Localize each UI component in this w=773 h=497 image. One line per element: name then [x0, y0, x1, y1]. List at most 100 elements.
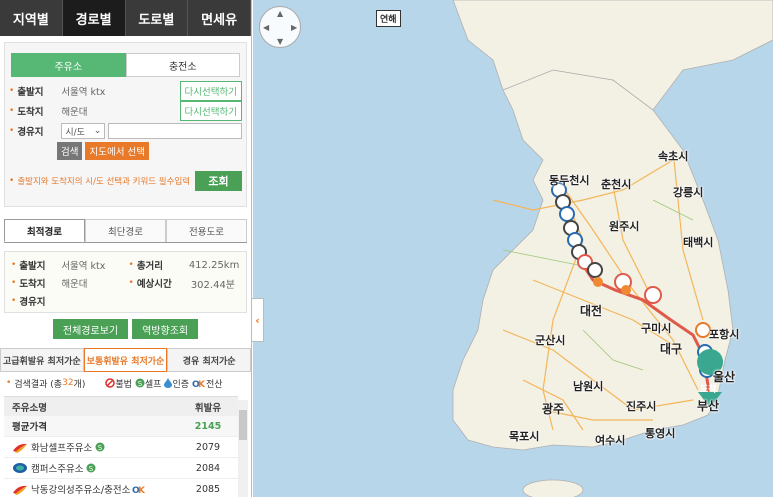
city-label: 속초시 [658, 150, 689, 163]
bullet-icon: • [9, 86, 15, 96]
svg-text:K: K [138, 486, 146, 494]
drop-icon [164, 378, 173, 388]
tab-expressway[interactable]: 전용도로 [166, 219, 247, 242]
bullet-icon: • [11, 278, 17, 288]
station-price: 2084 [195, 462, 221, 474]
tab-optimal-route[interactable]: 최적경로 [4, 219, 85, 242]
svg-text:S: S [138, 380, 143, 388]
map-select-button[interactable]: 지도에서 선택 [85, 142, 149, 160]
tab-region[interactable]: 지역별 [0, 0, 63, 36]
tab-regular-gasoline[interactable]: 보통휘발유 최저가순 [83, 348, 168, 372]
table-row[interactable]: 화남셀프주유소 S 2079 [4, 437, 238, 458]
summary-dest-value: 해운대 [61, 279, 88, 290]
city-label: 동두천시 [549, 174, 590, 187]
svg-text:K: K [198, 380, 206, 388]
region-select[interactable]: 시/도 ⌄ [61, 123, 106, 139]
ok-cashbag-icon: OK [132, 486, 146, 494]
tab-charging-station[interactable]: 충전소 [125, 53, 240, 77]
chevron-down-icon: ⌄ [93, 126, 102, 136]
tab-road[interactable]: 도로별 [125, 0, 189, 36]
summary-row: • 출발지 서울역 ktx • 총거리 412.25km [5, 256, 246, 274]
waypoint-actions: 검색 지도에서 선택 [9, 141, 242, 161]
waypoint-keyword-input[interactable] [108, 123, 242, 139]
legend-self-label: 셀프 [144, 379, 162, 390]
results-prefix: 검색결과 (총 [14, 379, 63, 390]
pan-left-icon[interactable]: ◀ [263, 23, 269, 32]
col-gasoline: 휘발유 [194, 402, 222, 414]
average-row: 평균가격 2145 [4, 416, 238, 437]
destination-label: 도착 [700, 385, 717, 395]
pan-up-icon[interactable]: ▲ [277, 9, 283, 18]
results-suffix: 개) [73, 379, 86, 390]
city-label: 광주 [542, 402, 565, 416]
waypoint-label: 경유지 [17, 127, 44, 138]
station-name-cell: 낙동강의성주유소/충전소 OK [4, 482, 178, 496]
legend-computerized-label: 전산 [206, 379, 223, 390]
tab-route[interactable]: 경로별 [62, 0, 126, 36]
bullet-icon: • [11, 260, 17, 270]
full-route-button[interactable]: 전체경로보기 [52, 319, 129, 339]
city-label: 춘천시 [601, 178, 632, 191]
city-label: 대구 [660, 342, 683, 356]
route-actions: 전체경로보기 역방향조회 [0, 319, 251, 339]
sk-brand-icon [13, 443, 27, 453]
tab-diesel[interactable]: 경유 최저가순 [167, 348, 251, 372]
pan-down-icon[interactable]: ▼ [277, 37, 283, 46]
results-scrollbar[interactable] [238, 400, 248, 497]
station-price: 2079 [195, 441, 221, 453]
summary-row: • 도착지 해운대 • 예상시간 302.44분 [5, 274, 246, 292]
city-label: 원주시 [609, 220, 640, 233]
scrollbar-thumb[interactable] [239, 410, 247, 440]
legend-illegal-label: 불법 [115, 379, 132, 390]
results-legend: • 검색결과 (총 32 개) 불법 S 셀프 인증 OK 전산 [0, 372, 251, 394]
notice-row: • 출발지와 도착지의 시/도 선택과 키워드 필수입력 조회 [9, 169, 242, 193]
legend-self: S 셀프 [135, 377, 162, 390]
city-label: 남원시 [573, 380, 604, 393]
dest-reselect-button[interactable]: 다시선택하기 [179, 101, 242, 121]
tab-tax-free[interactable]: 면세유 [188, 0, 251, 36]
pan-right-icon[interactable]: ▶ [291, 23, 297, 32]
sk-brand-icon [13, 485, 27, 495]
table-header: 주유소명 휘발유 [4, 396, 238, 416]
bullet-icon: • [128, 260, 134, 270]
map-pan-control[interactable]: ▲ ▼ ◀ ▶ [259, 6, 301, 48]
bullet-icon: • [6, 378, 12, 388]
waypoint-search-button[interactable]: 검색 [57, 142, 83, 160]
left-panel: 지역별 경로별 도로별 면세유 주유소 충전소 • 출발지 서울역 ktx 다시… [0, 0, 252, 497]
tab-gas-station[interactable]: 주유소 [11, 53, 126, 77]
tab-premium-gasoline[interactable]: 고급휘발유 최저가순 [0, 348, 84, 372]
distance-label: 총거리 [136, 261, 164, 272]
tab-shortest-route[interactable]: 최단경로 [85, 219, 166, 242]
summary-origin-value: 서울역 ktx [61, 261, 106, 272]
bullet-icon: • [9, 176, 15, 186]
self-service-icon: S [135, 378, 145, 388]
ok-cashbag-icon: OK [192, 380, 206, 388]
distance-value: 412.25km [188, 259, 240, 271]
bullet-icon: • [128, 278, 134, 288]
summary-origin: • 출발지 서울역 ktx [11, 258, 129, 272]
time-value: 302.44분 [190, 279, 236, 291]
legend-certified-label: 인증 [172, 379, 190, 390]
station-price: 2085 [195, 483, 221, 495]
city-label: 진주시 [626, 400, 657, 413]
city-label: 태백시 [683, 236, 714, 249]
route-summary: • 출발지 서울역 ktx • 총거리 412.25km • 도착지 해운대 • [4, 251, 247, 313]
city-label: 강릉시 [673, 186, 704, 199]
required-notice: 출발지와 도착지의 시/도 선택과 키워드 필수입력 [17, 177, 191, 187]
summary-distance: • 총거리 412.25km [128, 258, 247, 273]
map-view[interactable]: ▲ ▼ ◀ ▶ 연해 동두천시 춘천시 속초시 강릉시 원주시 태백시 대전 구… [253, 0, 773, 497]
table-row[interactable]: 캠퍼스주유소 S 2084 [4, 458, 238, 479]
origin-reselect-button[interactable]: 다시선택하기 [179, 81, 242, 101]
average-label: 평균가격 [12, 422, 47, 433]
station-type-tabs: 주유소 충전소 [11, 53, 240, 77]
origin-row: • 출발지 서울역 ktx 다시선택하기 [9, 81, 242, 101]
collapse-panel-button[interactable]: ‹ [252, 298, 264, 342]
table-row[interactable]: 낙동강의성주유소/충전소 OK 2085 [4, 479, 238, 497]
summary-time: • 예상시간 302.44분 [129, 276, 247, 291]
query-button[interactable]: 조회 [195, 171, 242, 191]
svg-text:S: S [89, 465, 94, 473]
city-label: 부산 [697, 399, 720, 413]
results-count: 32 [62, 378, 74, 388]
reverse-route-button[interactable]: 역방향조회 [132, 319, 199, 339]
route-option-tabs: 최적경로 최단경로 전용도로 [4, 219, 247, 243]
